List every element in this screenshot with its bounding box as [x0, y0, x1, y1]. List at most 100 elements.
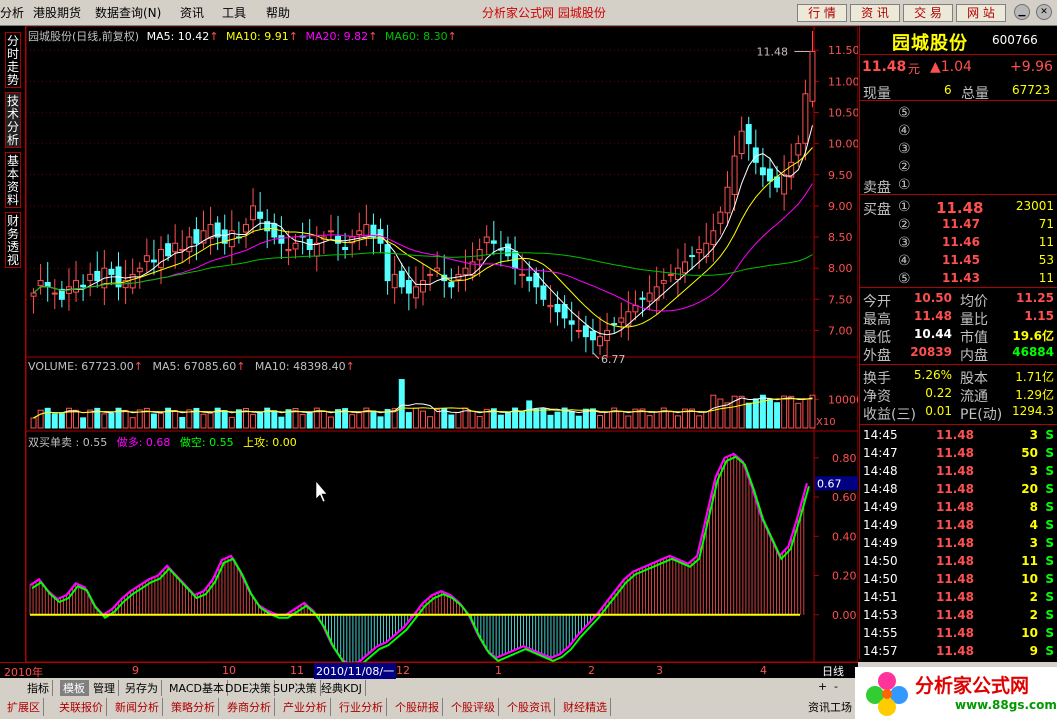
function-tab[interactable]: 财经精选 — [560, 698, 611, 716]
logo: 分析家公式网 www.88gs.com — [855, 667, 1057, 719]
indicator-tab[interactable]: 另存为 — [122, 680, 162, 696]
divider — [860, 54, 1057, 55]
xianliang-value: 6 — [944, 83, 952, 97]
candle-body — [136, 267, 143, 273]
candle-body — [703, 242, 710, 258]
function-tab[interactable]: 行业分析 — [336, 698, 387, 716]
tick-volume: 3 — [1029, 428, 1038, 442]
function-tab[interactable]: 扩展区 — [4, 698, 44, 716]
indicator-tab[interactable]: DDE决策 — [222, 680, 275, 696]
candle-body — [696, 248, 703, 254]
volume-bar — [455, 411, 462, 429]
candle-body — [108, 268, 115, 275]
menu-analysis[interactable]: 分析 — [0, 4, 24, 21]
candle-body — [391, 273, 398, 289]
volume-bar — [356, 412, 363, 429]
tick-side: S — [1045, 572, 1054, 586]
tab-fundamentals[interactable]: 基本资料 — [5, 152, 21, 208]
function-tab[interactable]: 策略分析 — [168, 698, 219, 716]
tick-volume: 2 — [1029, 608, 1038, 622]
indicator-tab[interactable]: SUP决策 — [270, 680, 321, 696]
function-tab[interactable]: 新闻分析 — [112, 698, 163, 716]
tab-technical[interactable]: 技术分析 — [5, 92, 21, 148]
stats-label: 外盘 — [863, 348, 891, 364]
menu-tools[interactable]: 工具 — [222, 4, 246, 21]
volume-bar — [51, 413, 58, 429]
volume-row: 现量 6 总量 67723 — [860, 82, 1057, 102]
menu-news[interactable]: 资讯 — [180, 4, 204, 21]
indicator-tick-label: 0.80 — [832, 452, 857, 465]
stats-row: 最高 11.48 量比 1.15 — [860, 308, 1057, 328]
news-button[interactable]: 资 讯 — [850, 4, 900, 22]
volume-bar — [568, 410, 575, 429]
trade-button[interactable]: 交 易 — [903, 4, 953, 22]
price-tick-label: 11.50 — [828, 44, 858, 57]
candle-body — [158, 248, 164, 268]
indicator-tab[interactable]: 指标 — [24, 680, 53, 696]
candle-body — [766, 168, 773, 182]
function-tab[interactable]: 个股资讯 — [504, 698, 555, 716]
stats-row: 今开 10.50 均价 11.25 — [860, 290, 1057, 310]
menu-help[interactable]: 帮助 — [266, 4, 290, 21]
zoom-out-icon[interactable]: - — [834, 680, 838, 693]
tick-volume: 10 — [1021, 626, 1038, 640]
function-tab[interactable]: 券商分析 — [224, 698, 275, 716]
tick-volume: 9 — [1029, 644, 1038, 658]
tick-time: 14:50 — [863, 554, 898, 568]
candle-body — [710, 230, 717, 245]
function-tab[interactable]: 个股研报 — [392, 698, 443, 716]
indicator-tab[interactable]: MACD基本 — [166, 680, 228, 696]
indicator-tab[interactable]: 模板 — [60, 680, 89, 696]
minimize-icon[interactable]: ▁ — [1014, 4, 1030, 20]
candle-body — [94, 270, 101, 282]
function-tab[interactable]: 关联报价 — [56, 698, 107, 716]
tab-financials[interactable]: 财务透视 — [5, 212, 21, 268]
buy-volume: 11 — [1038, 271, 1054, 285]
close-icon[interactable]: ✕ — [1036, 4, 1052, 20]
ma10-label: MA10: 9.91 — [226, 30, 289, 43]
volume-bar — [200, 413, 207, 429]
candle-body — [526, 276, 533, 282]
tick-time: 14:57 — [863, 644, 898, 658]
volume-bar — [589, 408, 596, 429]
tick-price: 11.48 — [936, 482, 974, 496]
chart-area[interactable]: 11.50 11.00 10.50 10.00 9.50 9.00 8.50 8.00 7.50… — [26, 26, 858, 662]
indicator-tab[interactable]: 管理 — [90, 680, 119, 696]
tick-volume: 8 — [1029, 500, 1038, 514]
function-tab[interactable]: 产业分析 — [280, 698, 331, 716]
chart-frame — [26, 26, 858, 662]
quote-button[interactable]: 行 情 — [797, 4, 847, 22]
candle-body — [781, 174, 788, 195]
menu-hk-futures[interactable]: 港股期货 — [33, 4, 81, 21]
volume-bar — [122, 409, 129, 429]
tick-price: 11.48 — [936, 428, 974, 442]
volume-bar — [724, 402, 731, 429]
chart-canvas[interactable]: 11.50 11.00 10.50 10.00 9.50 9.00 8.50 8.00 7.50… — [26, 26, 858, 662]
candle-body — [363, 224, 370, 239]
indicator-tick-label: 0.00 — [832, 609, 857, 622]
volume-bar — [497, 414, 504, 429]
buy-level-row: ⑤ 11.43 11 — [860, 270, 1057, 288]
tick-row: 14:57 11.48 9 S — [860, 643, 1057, 661]
candle-body — [271, 223, 278, 238]
tick-volume: 3 — [1029, 464, 1038, 478]
tick-side: S — [1045, 590, 1054, 604]
stats-label: PE(动) — [960, 407, 1003, 423]
website-button[interactable]: 网 站 — [956, 4, 1006, 22]
indicator-tab[interactable]: 经典KDJ — [318, 680, 366, 696]
mouse-cursor-icon — [315, 480, 328, 503]
menu-data-query[interactable]: 数据查询(N) — [95, 4, 161, 21]
zoom-in-icon[interactable]: + — [818, 680, 827, 693]
volume-bar — [405, 412, 412, 429]
stats-row: 最低 10.44 市值 19.6亿 — [860, 326, 1057, 346]
candle-body — [51, 292, 58, 295]
stats-row: 外盘 20839 内盘 46884 — [860, 344, 1057, 364]
tab-timeshare[interactable]: 分时走势 — [5, 32, 21, 88]
stats-value: 0.01 — [925, 404, 952, 418]
tick-side: S — [1045, 608, 1054, 622]
candle-body — [186, 236, 193, 253]
function-tab[interactable]: 个股评级 — [448, 698, 499, 716]
info-factory-tab[interactable]: 资讯工场 — [808, 699, 852, 715]
candle-body — [250, 205, 257, 221]
period-label[interactable]: 日线 — [822, 663, 844, 679]
